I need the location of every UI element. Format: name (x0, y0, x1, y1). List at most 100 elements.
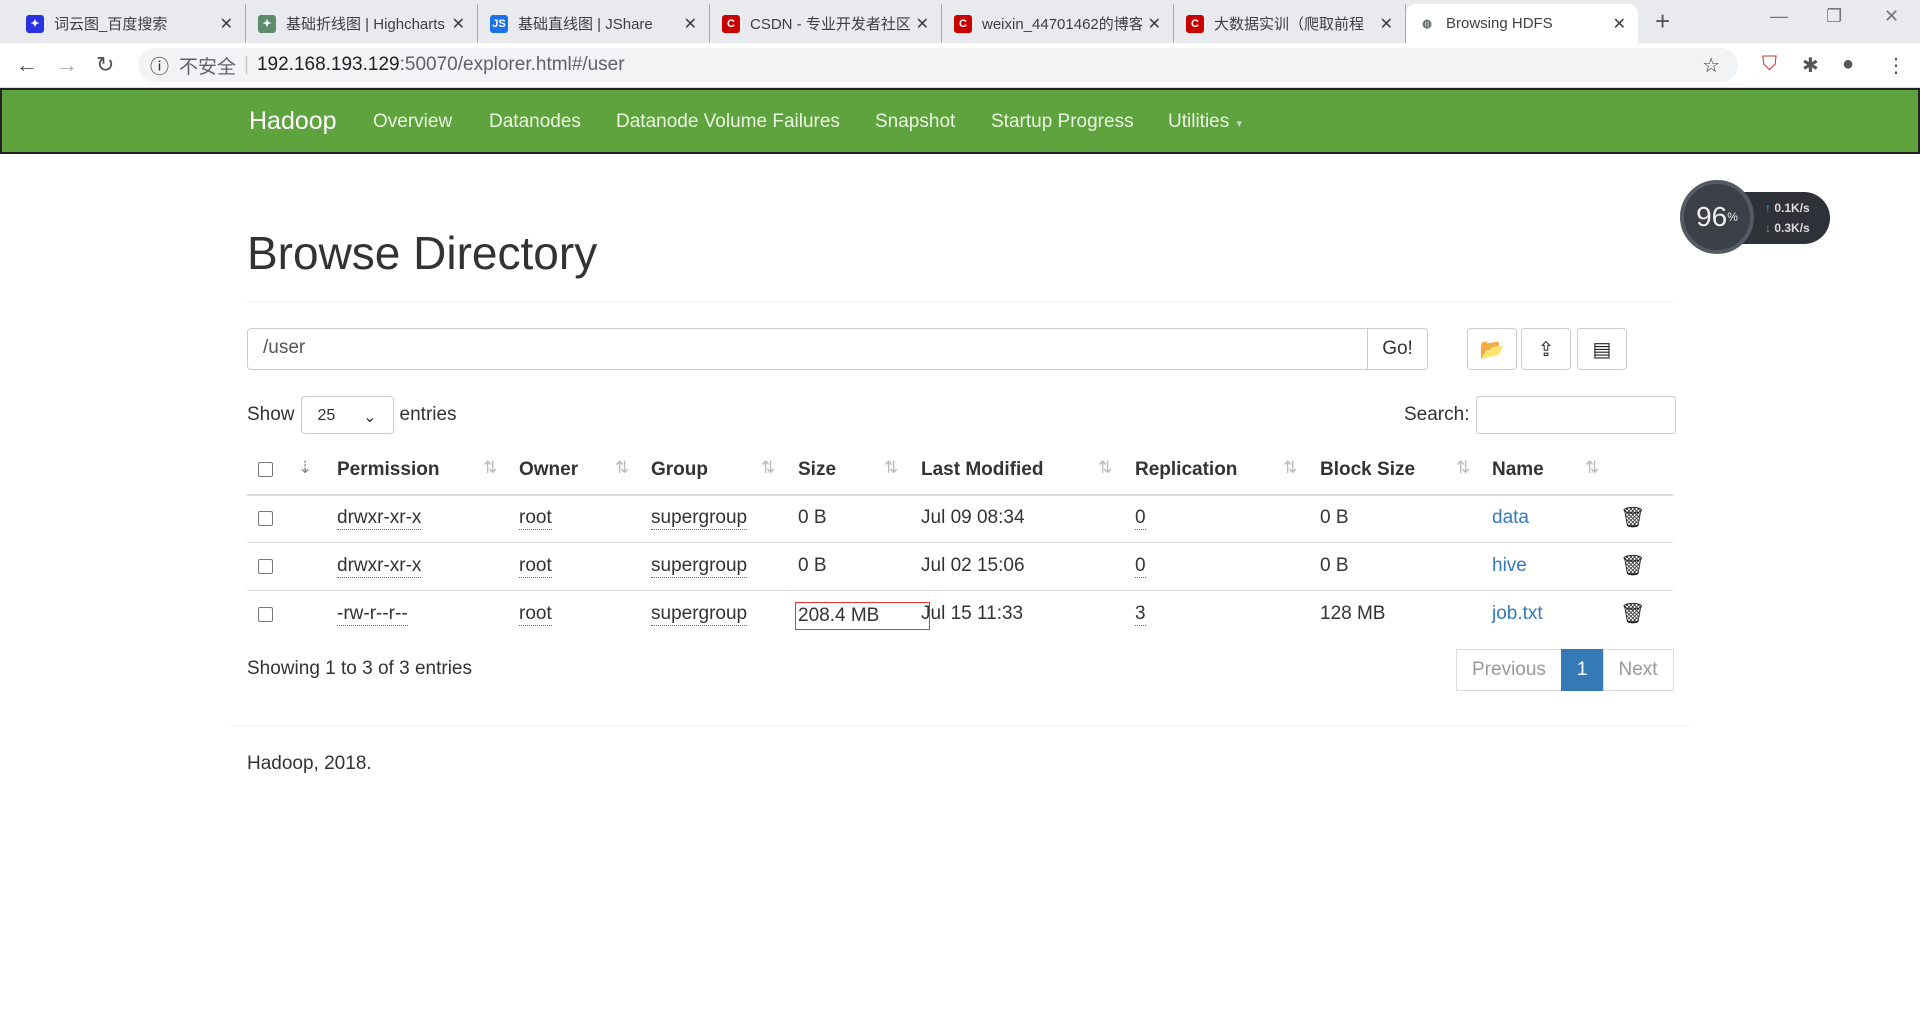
column-header[interactable]: Size (798, 459, 836, 481)
sort-icon[interactable]: ⇅ (1283, 458, 1297, 478)
trash-icon[interactable]: 🗑 (1620, 601, 1645, 626)
file-name-link[interactable]: data (1492, 507, 1529, 529)
cell-size: 0 B (798, 555, 827, 576)
memory-gauge: 96% (1680, 180, 1754, 254)
cut-paste-button[interactable]: ▤ (1577, 328, 1627, 370)
row-checkbox[interactable] (258, 607, 273, 622)
browser-tab[interactable]: ◍ Browsing HDFS ✕ (1406, 4, 1638, 43)
close-tab-icon[interactable]: ✕ (1613, 14, 1626, 34)
sort-icon[interactable]: ⇅ (884, 458, 898, 478)
table-info: Showing 1 to 3 of 3 entries (247, 658, 472, 679)
puzzle-extensions-icon[interactable]: ✱ (1802, 53, 1819, 78)
tab-title: 基础折线图 | Highcharts (286, 16, 445, 33)
extension-icon[interactable]: ⛉ (1762, 53, 1777, 76)
profile-avatar-icon[interactable]: ● (1842, 53, 1854, 76)
search-input[interactable] (1476, 396, 1677, 434)
close-tab-icon[interactable]: ✕ (1148, 14, 1161, 34)
forward-icon[interactable]: → (56, 52, 78, 78)
cell-replication[interactable]: 0 (1135, 555, 1146, 578)
restore-button[interactable]: ❐ (1826, 6, 1842, 27)
browser-tab[interactable]: C 大数据实训（爬取前程 ✕ (1174, 4, 1406, 43)
next-button[interactable]: Next (1602, 649, 1674, 691)
close-window-button[interactable]: ✕ (1884, 6, 1899, 27)
cell-block_size: 0 B (1320, 555, 1349, 576)
column-header[interactable]: Last Modified (921, 459, 1043, 481)
sort-icon[interactable]: ⇅ (1585, 458, 1599, 478)
sort-icon[interactable]: ⇅ (1098, 458, 1112, 478)
column-header[interactable]: Replication (1135, 459, 1237, 481)
browser-tab[interactable]: C CSDN - 专业开发者社区 ✕ (710, 4, 942, 43)
cell-owner[interactable]: root (519, 555, 552, 578)
cell-owner[interactable]: root (519, 603, 552, 626)
globe-icon: ◍ (1422, 18, 1432, 30)
sort-icon[interactable]: ⇅ (483, 458, 497, 478)
cell-group[interactable]: supergroup (651, 507, 748, 530)
row-checkbox[interactable] (258, 511, 273, 526)
reload-icon[interactable]: ↻ (96, 52, 114, 78)
back-icon[interactable]: ← (16, 52, 38, 78)
info-icon[interactable]: ⓘ (150, 52, 169, 79)
trash-icon[interactable]: 🗑 (1620, 553, 1645, 578)
nav-overview[interactable]: Overview (373, 111, 452, 133)
csdn-icon: C (954, 14, 972, 33)
previous-button[interactable]: Previous (1456, 649, 1562, 691)
baidu-paw-icon: ✦ (26, 14, 44, 33)
sort-asc-icon[interactable]: ⇣ (298, 458, 312, 478)
page-1-button[interactable]: 1 (1560, 649, 1604, 691)
folder-open-icon: 📂 (1479, 338, 1505, 361)
column-header[interactable]: Block Size (1320, 459, 1415, 481)
nav-startup-progress[interactable]: Startup Progress (991, 111, 1134, 133)
cell-replication[interactable]: 3 (1135, 603, 1146, 626)
close-tab-icon[interactable]: ✕ (220, 14, 233, 34)
cell-permission[interactable]: drwxr-xr-x (337, 555, 422, 578)
tab-title: 词云图_百度搜索 (54, 16, 168, 33)
nav-datanodes[interactable]: Datanodes (489, 111, 581, 133)
browser-tab[interactable]: Cweixin_44701462的博客 ✕ (942, 4, 1174, 43)
bookmark-star-icon[interactable]: ☆ (1702, 53, 1720, 78)
csdn-icon: C (1186, 14, 1204, 33)
cell-permission[interactable]: drwxr-xr-x (337, 507, 422, 530)
sort-icon[interactable]: ⇅ (1456, 458, 1470, 478)
cell-owner[interactable]: root (519, 507, 552, 530)
column-header[interactable]: Permission (337, 459, 439, 481)
pagination: Previous 1 Next (1456, 649, 1674, 691)
upload-arrow-icon: ↑ (1765, 201, 1771, 215)
go-button[interactable]: Go! (1367, 328, 1428, 370)
close-tab-icon[interactable]: ✕ (916, 14, 929, 34)
upload-button[interactable]: ⇪ (1521, 328, 1571, 370)
close-tab-icon[interactable]: ✕ (1380, 14, 1393, 34)
url-input[interactable]: ⓘ 不安全 | 192.168.193.129:50070/explorer.h… (138, 48, 1738, 82)
brand-link[interactable]: Hadoop (249, 107, 337, 136)
file-name-link[interactable]: job.txt (1492, 603, 1543, 625)
close-tab-icon[interactable]: ✕ (684, 14, 697, 34)
page-size-select[interactable]: 25 ⌄ (300, 396, 394, 434)
close-tab-icon[interactable]: ✕ (452, 14, 465, 34)
column-header[interactable]: Group (651, 459, 708, 481)
page-title: Browse Directory (247, 227, 598, 279)
page-size-control: Show 25 ⌄ entries (247, 396, 457, 434)
column-header[interactable]: Name (1492, 459, 1544, 481)
new-tab-button[interactable]: + (1655, 6, 1670, 37)
nav-volume-failures[interactable]: Datanode Volume Failures (616, 111, 840, 133)
browser-tab[interactable]: ✦ 基础折线图 | Highcharts ✕ (246, 4, 478, 43)
cell-permission[interactable]: -rw-r--r-- (337, 603, 408, 626)
browser-tab[interactable]: JS 基础直线图 | JShare ✕ (478, 4, 710, 43)
nav-utilities[interactable]: Utilities ▼ (1168, 111, 1244, 133)
select-all-checkbox[interactable] (258, 462, 273, 477)
file-name-link[interactable]: hive (1492, 555, 1527, 577)
row-divider (247, 542, 1673, 543)
column-header[interactable]: Owner (519, 459, 578, 481)
sort-icon[interactable]: ⇅ (615, 458, 629, 478)
nav-snapshot[interactable]: Snapshot (875, 111, 955, 133)
menu-kebab-icon[interactable]: ⋮ (1886, 53, 1906, 78)
trash-icon[interactable]: 🗑 (1620, 505, 1645, 530)
row-checkbox[interactable] (258, 559, 273, 574)
directory-path-input[interactable]: /user (247, 328, 1369, 370)
cell-group[interactable]: supergroup (651, 555, 748, 578)
browser-tab[interactable]: ✦ 词云图_百度搜索 ✕ (14, 4, 246, 43)
minimize-button[interactable]: — (1770, 6, 1788, 27)
cell-group[interactable]: supergroup (651, 603, 748, 626)
sort-icon[interactable]: ⇅ (761, 458, 775, 478)
create-directory-button[interactable]: 📂 (1467, 328, 1517, 370)
cell-replication[interactable]: 0 (1135, 507, 1146, 530)
